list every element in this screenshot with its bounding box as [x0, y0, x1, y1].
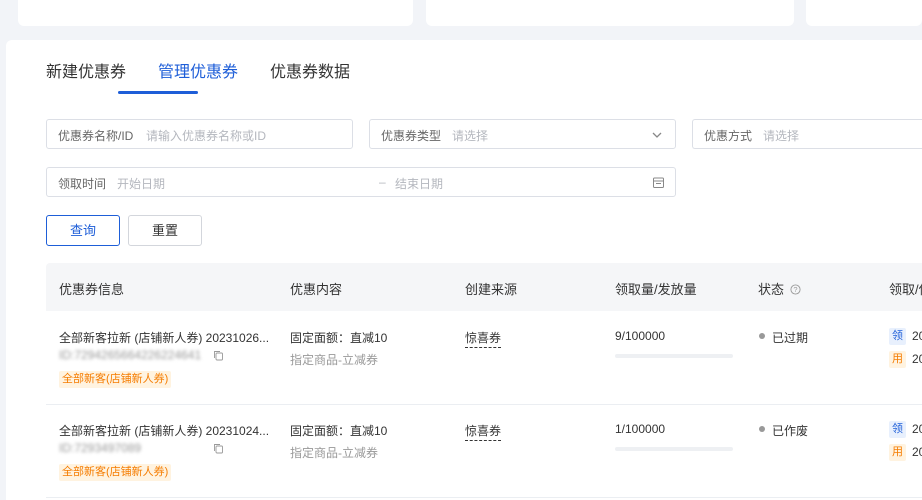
- discount-content: 固定面额：直减10: [290, 331, 388, 345]
- chevron-down-icon: [652, 132, 662, 138]
- reset-button[interactable]: 重置: [128, 215, 202, 246]
- source-link[interactable]: 惊喜券: [465, 422, 502, 441]
- header-coupon-info: 优惠券信息: [59, 282, 125, 297]
- coupon-title: 全部新客拉新 (店铺新人券) 20231026...: [59, 331, 270, 345]
- start-date-placeholder[interactable]: 开始日期: [117, 175, 165, 192]
- claimed-count: 1/100000: [615, 422, 666, 436]
- use-time-value: 20: [912, 352, 922, 366]
- calendar-icon: [653, 177, 664, 188]
- claim-date-label: 领取时间: [58, 177, 107, 191]
- tab-manage-coupon[interactable]: 管理优惠券: [158, 58, 238, 82]
- use-time-tag: 用: [889, 444, 906, 461]
- header-status: 状态 ?: [758, 279, 801, 298]
- claim-time-value: 20: [912, 329, 922, 343]
- status-text: 已作废: [772, 424, 809, 438]
- claim-date-range[interactable]: 领取时间 开始日期 – 结束日期: [46, 167, 676, 197]
- discount-subtext: 指定商品-立减券: [290, 446, 378, 460]
- info-icon[interactable]: ?: [790, 284, 801, 295]
- coupon-type-label: 优惠券类型: [381, 129, 442, 143]
- summary-card-1: [18, 0, 413, 26]
- header-source: 创建来源: [465, 282, 518, 297]
- table-header: 优惠券信息 优惠内容 创建来源 领取量/发放量 状态 ? 领取/使: [46, 263, 922, 311]
- coupon-id: ID:7294265664226224641: [59, 348, 202, 362]
- discount-method-placeholder: 请选择: [763, 129, 800, 143]
- tab-coupon-data[interactable]: 优惠券数据: [270, 58, 350, 82]
- coupon-name-placeholder: 请输入优惠券名称或ID: [146, 129, 267, 143]
- summary-card-3: [806, 0, 922, 26]
- discount-method-select[interactable]: 优惠方式 请选择: [692, 119, 922, 149]
- coupon-table: 优惠券信息 优惠内容 创建来源 领取量/发放量 状态 ? 领取/使 全部新客拉新…: [46, 263, 922, 500]
- use-time-value: 20: [912, 445, 922, 459]
- table-row: 全部新客拉新 (店铺新人券) 20231026... ID:7294265664…: [46, 311, 922, 405]
- discount-content: 固定面额：直减10: [290, 424, 388, 438]
- status-dot: [759, 333, 765, 339]
- claimed-count: 9/100000: [615, 329, 666, 343]
- coupon-tag: 全部新客(店铺新人券): [59, 371, 172, 388]
- summary-card-2: [426, 0, 794, 26]
- coupon-name-label: 优惠券名称/ID: [58, 129, 134, 143]
- table-row: 全部新客拉新 (店铺新人券) 20231024... ID:7293497089…: [46, 404, 922, 498]
- header-claim-use-time: 领取/使: [889, 282, 922, 297]
- claim-time-tag: 领: [889, 421, 906, 438]
- svg-text:?: ?: [793, 285, 797, 294]
- claim-progress-bar: [615, 354, 733, 358]
- active-tab-indicator: [118, 91, 198, 94]
- coupon-title: 全部新客拉新 (店铺新人券) 20231024...: [59, 424, 270, 438]
- copy-icon[interactable]: [213, 350, 224, 361]
- copy-icon[interactable]: [213, 443, 224, 454]
- status-text: 已过期: [772, 331, 809, 345]
- use-time-tag: 用: [889, 351, 906, 368]
- discount-subtext: 指定商品-立减券: [290, 353, 378, 367]
- header-discount-content: 优惠内容: [290, 282, 343, 297]
- claim-time-value: 20: [912, 422, 922, 436]
- coupon-id: ID:7293497089: [59, 441, 142, 455]
- date-range-separator: –: [379, 175, 386, 189]
- coupon-type-select[interactable]: 优惠券类型 请选择: [369, 119, 676, 149]
- header-claimed-issued: 领取量/发放量: [615, 282, 697, 297]
- header-status-label: 状态: [758, 282, 785, 297]
- query-button[interactable]: 查询: [46, 215, 120, 246]
- end-date-placeholder[interactable]: 结束日期: [395, 175, 443, 192]
- source-link[interactable]: 惊喜券: [465, 329, 502, 348]
- discount-method-label: 优惠方式: [704, 129, 753, 143]
- coupon-management-panel: 新建优惠券 管理优惠券 优惠券数据 优惠券名称/ID 请输入优惠券名称或ID 优…: [6, 40, 922, 500]
- coupon-tag: 全部新客(店铺新人券): [59, 464, 172, 481]
- tab-create-coupon[interactable]: 新建优惠券: [46, 58, 126, 82]
- coupon-name-input[interactable]: 优惠券名称/ID 请输入优惠券名称或ID: [46, 119, 353, 149]
- coupon-type-placeholder: 请选择: [452, 129, 489, 143]
- claim-time-tag: 领: [889, 328, 906, 345]
- status-dot: [759, 426, 765, 432]
- claim-progress-bar: [615, 447, 733, 451]
